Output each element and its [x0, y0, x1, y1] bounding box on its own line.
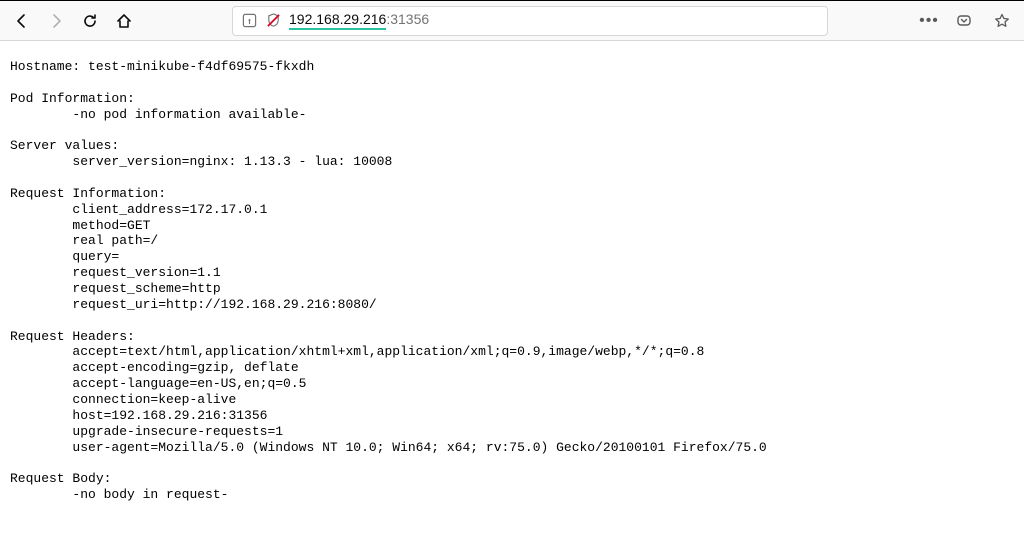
real-path-line: real path=/: [72, 233, 158, 248]
bookmark-star-button[interactable]: [986, 5, 1018, 37]
request-body-header: Request Body:: [10, 471, 111, 486]
upgrade-insecure-line: upgrade-insecure-requests=1: [72, 424, 283, 439]
request-scheme-line: request_scheme=http: [72, 281, 220, 296]
forward-button: [40, 5, 72, 37]
back-button[interactable]: [6, 5, 38, 37]
addressbar-wrap: 192.168.29.216:31356: [232, 6, 828, 36]
page-content: Hostname: test-minikube-f4df69575-fkxdh …: [0, 41, 1024, 521]
server-values-header: Server values:: [10, 138, 119, 153]
server-version-line: server_version=nginx: 1.13.3 - lua: 1000…: [72, 154, 392, 169]
connection-line: connection=keep-alive: [72, 392, 236, 407]
hostname-label: Hostname:: [10, 59, 88, 74]
reload-button[interactable]: [74, 5, 106, 37]
home-button[interactable]: [108, 5, 140, 37]
accept-language-line: accept-language=en-US,en;q=0.5: [72, 376, 306, 391]
client-address-line: client_address=172.17.0.1: [72, 202, 267, 217]
url-host: 192.168.29.216: [289, 11, 386, 30]
user-agent-line: user-agent=Mozilla/5.0 (Windows NT 10.0;…: [72, 440, 766, 455]
request-uri-line: request_uri=http://192.168.29.216:8080/: [72, 297, 376, 312]
accept-header-line: accept=text/html,application/xhtml+xml,a…: [72, 344, 704, 359]
request-headers-header: Request Headers:: [10, 329, 135, 344]
pod-info-line: -no pod information available-: [72, 107, 306, 122]
site-identity-icon[interactable]: [241, 13, 257, 29]
host-header-line: host=192.168.29.216:31356: [72, 408, 267, 423]
accept-encoding-line: accept-encoding=gzip, deflate: [72, 360, 298, 375]
request-body-line: -no body in request-: [72, 487, 228, 502]
hostname-value: test-minikube-f4df69575-fkxdh: [88, 59, 314, 74]
pod-info-header: Pod Information:: [10, 91, 135, 106]
insecure-connection-icon[interactable]: [265, 13, 281, 29]
query-line: query=: [72, 249, 119, 264]
request-version-line: request_version=1.1: [72, 265, 220, 280]
method-line: method=GET: [72, 218, 150, 233]
request-info-header: Request Information:: [10, 186, 166, 201]
addressbar[interactable]: 192.168.29.216:31356: [232, 6, 828, 36]
url-port: :31356: [386, 11, 429, 27]
browser-toolbar: 192.168.29.216:31356 •••: [0, 1, 1024, 41]
toolbar-right: •••: [916, 5, 1018, 37]
page-actions-button[interactable]: •••: [916, 5, 942, 37]
save-to-pocket-button[interactable]: [948, 5, 980, 37]
url-text: 192.168.29.216:31356: [289, 11, 429, 30]
